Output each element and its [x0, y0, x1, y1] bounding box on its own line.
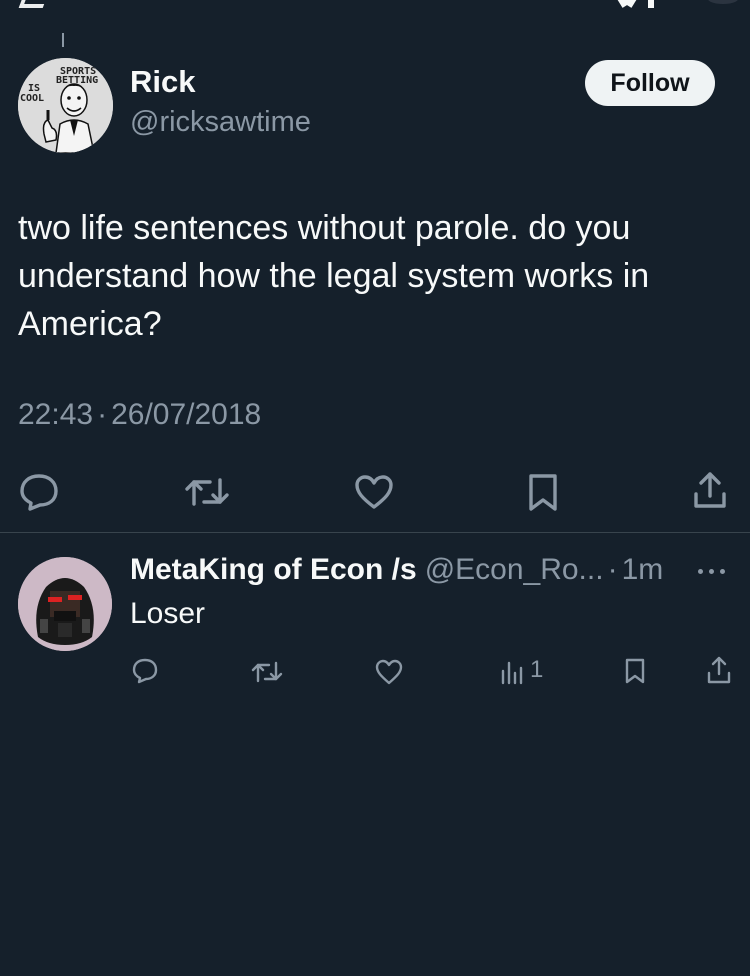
views-count: 1: [530, 656, 544, 683]
reply-separator: ·: [607, 553, 618, 586]
like-icon[interactable]: [375, 659, 403, 685]
reply-icon[interactable]: [18, 472, 60, 512]
svg-text:COOL: COOL: [20, 93, 44, 104]
sports-betting-avatar-image: SPORTS BETTING IS COOL: [18, 58, 113, 153]
retweet-icon[interactable]: [251, 659, 283, 685]
back-arrow-icon[interactable]: [18, 0, 50, 8]
pixel-art-avatar-image: [18, 557, 112, 651]
follow-button[interactable]: Follow: [585, 60, 715, 106]
reply-time[interactable]: 1m: [622, 553, 664, 586]
bookmark-icon[interactable]: [624, 657, 646, 685]
x-logo-icon: [608, 0, 654, 12]
reply-action-bar: 1: [0, 655, 750, 687]
timestamp-separator: ·: [97, 398, 108, 431]
like-icon[interactable]: [354, 474, 394, 510]
reply-author-name[interactable]: MetaKing of Econ /s: [130, 553, 417, 586]
bookmark-icon[interactable]: [527, 472, 559, 512]
retweet-icon[interactable]: [184, 474, 230, 510]
reply-author-avatar[interactable]: [18, 557, 112, 651]
reply-author-handle[interactable]: @Econ_Ro...: [425, 553, 604, 586]
thread-connector-line: [62, 33, 64, 47]
tweet-action-bar: [0, 468, 750, 514]
share-icon[interactable]: [706, 655, 732, 685]
tweet-divider: [0, 532, 750, 533]
tweet-detail-page: SPORTS BETTING IS COOL Rick @ricksawtime…: [0, 0, 750, 976]
tweet-date: 26/07/2018: [111, 398, 262, 431]
author-avatar[interactable]: SPORTS BETTING IS COOL: [18, 58, 113, 153]
tweet-text: two life sentences without parole. do yo…: [18, 209, 650, 343]
top-nav-bar: [0, 0, 750, 14]
tweet-timestamp[interactable]: 22:43 · 26/07/2018: [18, 398, 261, 432]
tweet-time: 22:43: [18, 398, 94, 431]
share-icon[interactable]: [692, 470, 728, 510]
reply-text: Loser: [130, 597, 206, 630]
author-handle[interactable]: @ricksawtime: [130, 106, 311, 139]
reply-icon[interactable]: [131, 657, 159, 685]
author-name[interactable]: Rick: [130, 64, 195, 100]
reply-header: MetaKing of Econ /s @Econ_Ro... · 1m: [130, 553, 663, 587]
svg-text:BETTING: BETTING: [56, 75, 98, 86]
top-more-icon[interactable]: [708, 0, 738, 4]
views-icon[interactable]: [500, 659, 524, 685]
more-icon[interactable]: [698, 566, 732, 576]
